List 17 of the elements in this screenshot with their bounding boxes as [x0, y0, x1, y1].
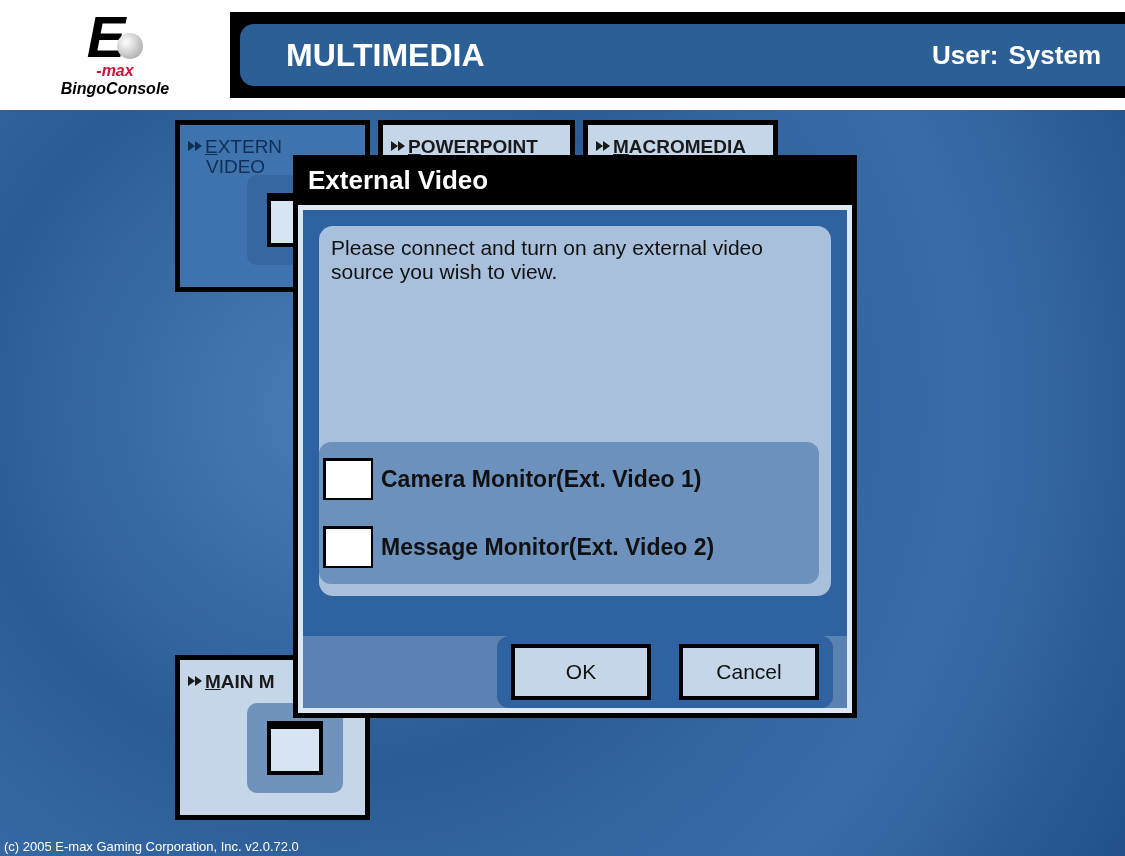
dialog-button[interactable]: OK: [511, 644, 651, 700]
logo-script: -max: [96, 62, 134, 80]
checkbox[interactable]: [323, 526, 373, 568]
copyright-text: (c) 2005 E-max Gaming Corporation, Inc. v2.0.72.0: [4, 839, 299, 854]
user-label: User:: [932, 39, 999, 71]
double-arrow-icon: [391, 141, 405, 151]
checkbox-label: Message Monitor(Ext. Video 2): [381, 533, 715, 561]
dialog-button[interactable]: Cancel: [679, 644, 819, 700]
user-name: System: [1008, 39, 1101, 71]
logo-mark: E: [86, 12, 126, 62]
double-arrow-icon: [188, 676, 202, 686]
checkbox[interactable]: [323, 458, 373, 500]
page-title: MULTIMEDIA: [286, 36, 486, 74]
double-arrow-icon: [596, 141, 610, 151]
double-arrow-icon: [188, 141, 202, 151]
checkbox-label: Camera Monitor(Ext. Video 1): [381, 465, 702, 493]
logo-text: BingoConsole: [60, 80, 170, 98]
